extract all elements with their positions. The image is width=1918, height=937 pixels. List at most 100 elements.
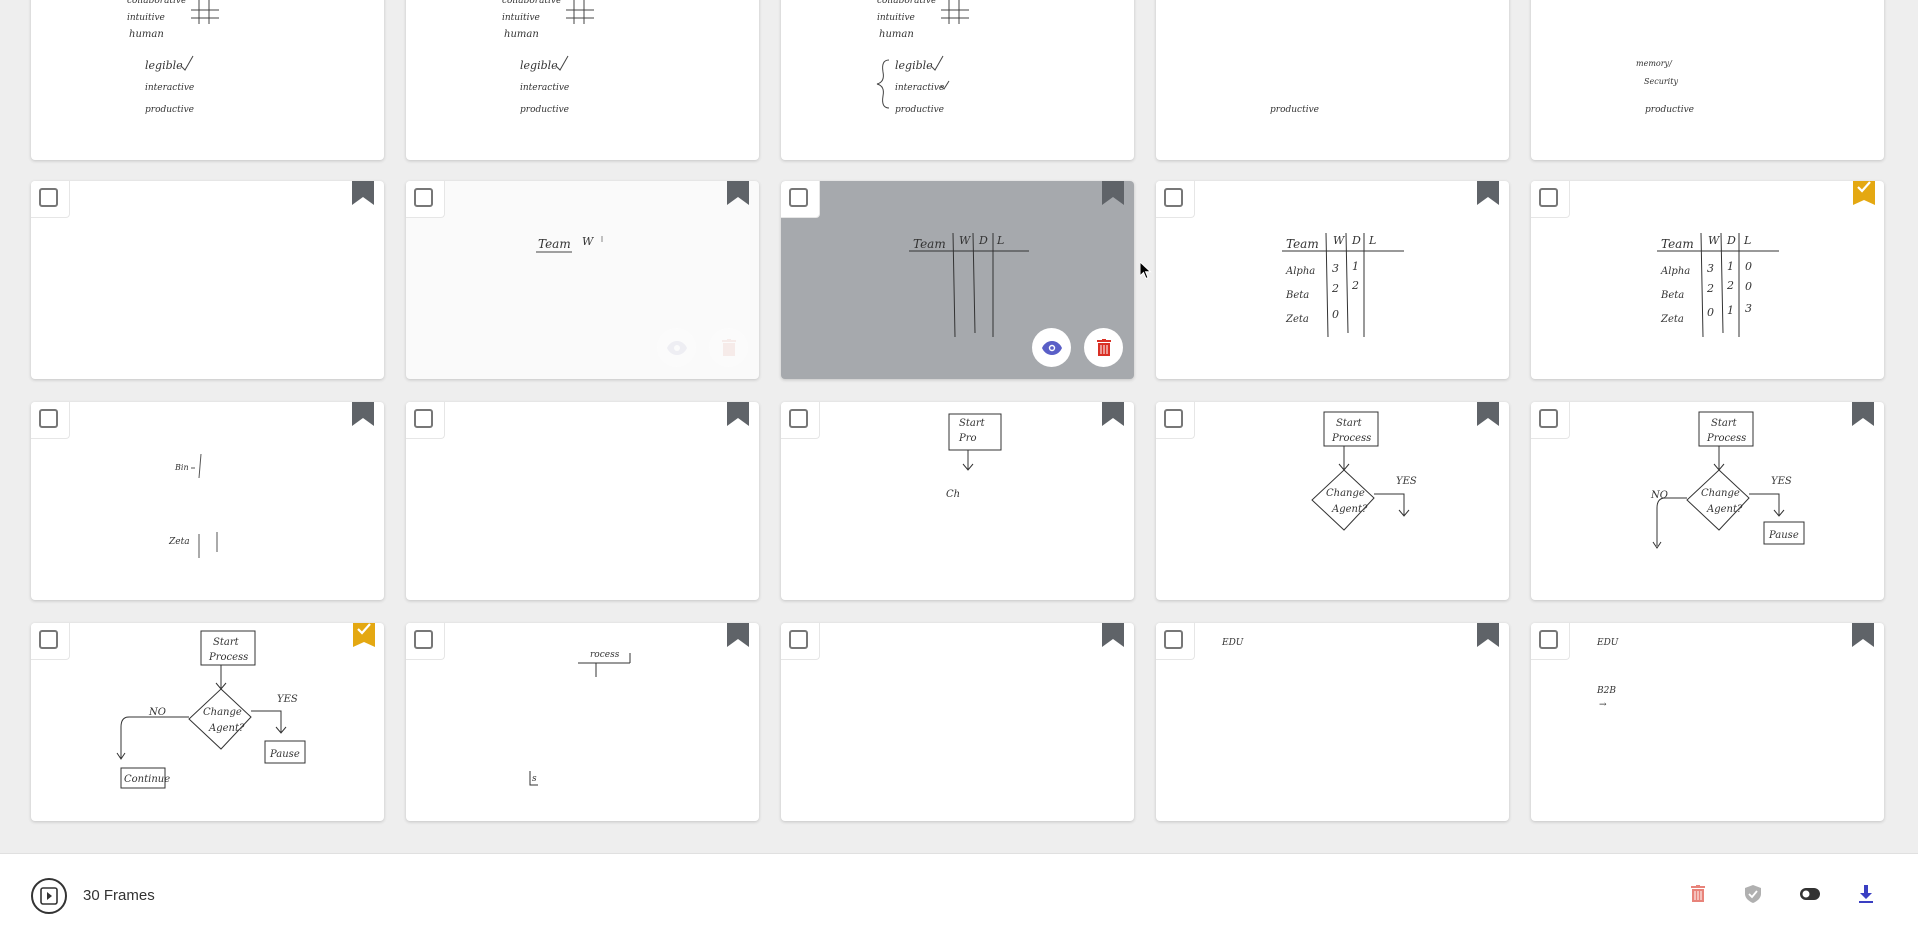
sketch-text: 2 bbox=[1351, 279, 1359, 292]
frame-sketch: EDU B2B → bbox=[1596, 638, 1619, 710]
sketch-text: s bbox=[532, 774, 537, 784]
frame-sketch: Team W D L Alpha Beta Zeta 3 1 2 2 0 bbox=[1282, 232, 1404, 338]
frame-card[interactable]: Start Process Change Agent? YES bbox=[1156, 402, 1509, 600]
frame-card[interactable]: productive bbox=[1156, 0, 1509, 160]
frame-card[interactable]: EDU bbox=[1156, 623, 1509, 821]
view-button[interactable] bbox=[657, 328, 696, 367]
sketch-text: collaborative bbox=[502, 0, 561, 6]
frame-card[interactable]: Start Process Change Agent? YES NO Pause… bbox=[31, 623, 384, 821]
frame-checkbox-wrap bbox=[781, 623, 820, 660]
sketch-text: YES bbox=[1396, 476, 1417, 487]
sketch-text: 0 bbox=[1332, 308, 1339, 321]
shield-check-icon bbox=[1745, 885, 1761, 903]
sketch-text: Agent? bbox=[1706, 504, 1743, 515]
sketch-text: 1 bbox=[1727, 260, 1734, 273]
frame-card[interactable]: collaborative intuitive human legible in… bbox=[406, 0, 759, 160]
sketch-text: Alpha bbox=[1660, 266, 1690, 277]
frame-card[interactable]: EDU B2B → bbox=[1531, 623, 1884, 821]
sketch-text: 3 bbox=[1707, 262, 1714, 275]
sketch-text: productive bbox=[1645, 105, 1694, 115]
frame-checkbox[interactable] bbox=[789, 630, 808, 649]
sketch-text: interactive bbox=[520, 83, 569, 93]
sketch-text: Zeta bbox=[1660, 314, 1684, 325]
frame-card[interactable]: Team W bbox=[406, 181, 759, 379]
frame-card-hovered[interactable]: Team W D L bbox=[781, 181, 1134, 379]
sketch-text: 2 bbox=[1706, 282, 1714, 295]
download-button[interactable] bbox=[1854, 882, 1878, 906]
frame-card[interactable] bbox=[781, 623, 1134, 821]
sketch-text: Team bbox=[1286, 237, 1319, 251]
sketch-text: interactive bbox=[895, 83, 944, 93]
frame-card[interactable]: Team W D L Alpha Beta Zeta 3 1 2 2 0 bbox=[1156, 181, 1509, 379]
sketch-text: human bbox=[879, 29, 914, 40]
delete-button[interactable] bbox=[709, 328, 748, 367]
toggle-icon bbox=[1800, 888, 1820, 900]
frame-card[interactable]: memory/ Security productive bbox=[1531, 0, 1884, 160]
bookmark-icon[interactable] bbox=[727, 402, 749, 426]
sketch-text: 0 bbox=[1707, 306, 1714, 319]
frame-sketch: rocess s bbox=[529, 650, 631, 786]
frame-card[interactable]: Bin Zeta bbox=[31, 402, 384, 600]
sketch-text: Security bbox=[1644, 77, 1678, 86]
sketch-text: W bbox=[582, 235, 595, 248]
frame-checkbox[interactable] bbox=[414, 409, 433, 428]
mouse-cursor-icon bbox=[1140, 262, 1152, 280]
sketch-text: Team bbox=[538, 237, 571, 251]
sketch-text: 0 bbox=[1745, 280, 1752, 293]
sketch-text: human bbox=[504, 29, 539, 40]
sketch-text: → bbox=[1599, 700, 1607, 710]
frame-card[interactable]: Start Pro Ch bbox=[781, 402, 1134, 600]
sketch-text: legible bbox=[145, 59, 183, 72]
sketch-text: W bbox=[1333, 234, 1346, 247]
bookmark-icon[interactable] bbox=[1102, 623, 1124, 647]
sketch-text: Continue bbox=[124, 774, 170, 785]
sketch-text: 3 bbox=[1332, 262, 1339, 275]
eye-icon bbox=[666, 340, 687, 355]
frame-card[interactable]: rocess s bbox=[406, 623, 759, 821]
sketch-text: productive bbox=[1270, 105, 1319, 115]
sketch-text: Change bbox=[203, 707, 242, 718]
sketch-text: Beta bbox=[1285, 290, 1309, 301]
footer-bar: 30 Frames bbox=[0, 853, 1918, 937]
sketch-text: W bbox=[959, 234, 972, 247]
sketch-text: Zeta bbox=[168, 537, 190, 547]
frame-card[interactable] bbox=[406, 402, 759, 600]
sketch-text: D bbox=[978, 234, 988, 247]
frame-sketch: collaborative intuitive human legible in… bbox=[127, 0, 219, 115]
frame-sketch: Start Process Change Agent? YES bbox=[1311, 411, 1417, 531]
frame-sketch: productive bbox=[1270, 105, 1319, 115]
delete-all-button[interactable] bbox=[1686, 882, 1710, 906]
sketch-text: intuitive bbox=[877, 13, 915, 23]
sketch-text: Agent? bbox=[1331, 504, 1368, 515]
trash-icon bbox=[1691, 885, 1705, 902]
frame-sketch: Start Process Change Agent? YES NO Pause bbox=[1650, 411, 1805, 549]
view-button[interactable] bbox=[1032, 328, 1071, 367]
sketch-text: NO bbox=[1650, 490, 1668, 501]
sketch-text: Start bbox=[1711, 418, 1738, 429]
delete-button[interactable] bbox=[1084, 328, 1123, 367]
play-button[interactable] bbox=[31, 878, 67, 914]
frame-card[interactable]: Start Process Change Agent? YES NO Pause bbox=[1531, 402, 1884, 600]
sketch-text: Ch bbox=[946, 489, 960, 500]
sketch-text: Team bbox=[913, 237, 946, 251]
sketch-text: memory/ bbox=[1636, 59, 1673, 68]
sketch-text: Team bbox=[1661, 237, 1694, 251]
sketch-text: intuitive bbox=[127, 13, 165, 23]
trash-icon bbox=[1096, 338, 1111, 356]
sketch-text: Alpha bbox=[1285, 266, 1315, 277]
sketch-text: D bbox=[1351, 234, 1361, 247]
toggle-switch[interactable] bbox=[1798, 882, 1822, 906]
frame-checkbox[interactable] bbox=[39, 188, 58, 207]
frame-card[interactable]: collaborative intuitive human legible in… bbox=[781, 0, 1134, 160]
verify-button[interactable] bbox=[1741, 882, 1765, 906]
bookmark-icon[interactable] bbox=[352, 181, 374, 205]
frame-sketch: Team W D L bbox=[909, 232, 1029, 338]
sketch-text: Start bbox=[1336, 418, 1363, 429]
sketch-text: Process bbox=[1706, 433, 1746, 444]
frame-card[interactable]: Team W D L Alpha Beta Zeta 3 1 0 2 2 0 0… bbox=[1531, 181, 1884, 379]
frame-card[interactable] bbox=[31, 181, 384, 379]
eye-icon bbox=[1041, 340, 1062, 355]
sketch-text: legible bbox=[895, 59, 933, 72]
frame-card[interactable]: collaborative intuitive human legible in… bbox=[31, 0, 384, 160]
frame-sketch: memory/ Security productive bbox=[1636, 59, 1694, 115]
